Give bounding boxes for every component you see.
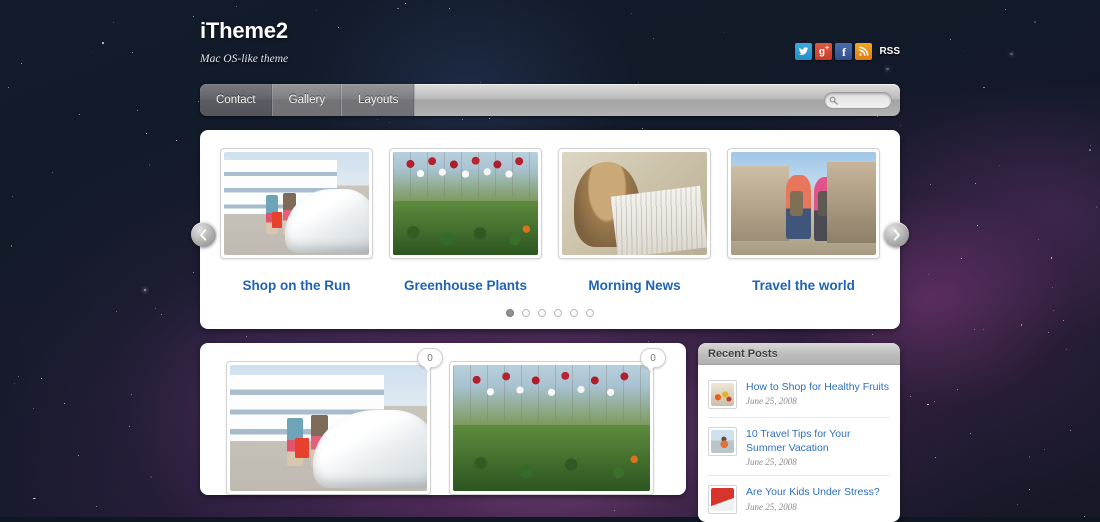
social-links: g+ f RSS: [795, 43, 900, 60]
thumb-image-stress: [711, 488, 734, 512]
comment-count-badge[interactable]: 0: [417, 348, 443, 368]
recent-post-thumbnail[interactable]: [708, 427, 737, 456]
recent-post-text: Are Your Kids Under Stress? June 25, 200…: [746, 485, 890, 514]
chevron-left-icon: [200, 228, 207, 241]
nav-item-layouts[interactable]: Layouts: [342, 84, 416, 116]
slide-thumbnail[interactable]: [558, 148, 711, 259]
search-icon: [829, 96, 838, 105]
slide-list: Shop on the Run Greenhouse Plants Mornin…: [200, 148, 900, 293]
slide-image-news: [562, 152, 707, 255]
sidebar: Recent Posts How to Shop for Healthy Fru…: [698, 343, 900, 522]
slider-dot[interactable]: [506, 309, 514, 317]
slide-image-travel: [731, 152, 876, 255]
post-image-shop: [230, 365, 427, 491]
post-thumbnail[interactable]: [449, 361, 654, 495]
recent-post-title[interactable]: 10 Travel Tips for Your Summer Vacation: [746, 427, 890, 455]
slide-thumbnail[interactable]: [727, 148, 880, 259]
site-header: iTheme2 Mac OS-like theme g+ f RSS: [200, 0, 900, 84]
twitter-icon[interactable]: [795, 43, 813, 60]
slide-caption[interactable]: Greenhouse Plants: [389, 278, 542, 293]
recent-post-item[interactable]: 10 Travel Tips for Your Summer Vacation …: [708, 418, 890, 477]
recent-post-thumbnail[interactable]: [708, 380, 737, 409]
slide-thumbnail[interactable]: [220, 148, 373, 259]
featured-slider: Shop on the Run Greenhouse Plants Mornin…: [191, 130, 909, 329]
search-area: [824, 84, 900, 116]
slide-item[interactable]: Morning News: [558, 148, 711, 293]
slider-dot[interactable]: [554, 309, 562, 317]
rss-icon[interactable]: [855, 43, 873, 60]
nav-label: Layouts: [358, 94, 399, 106]
recent-post-item[interactable]: Are Your Kids Under Stress? June 25, 200…: [708, 476, 890, 522]
slide-item[interactable]: Travel the world: [727, 148, 880, 293]
slide-item[interactable]: Shop on the Run: [220, 148, 373, 293]
chevron-right-icon: [893, 228, 900, 241]
page-wrapper: iTheme2 Mac OS-like theme g+ f RSS Conta…: [191, 0, 909, 522]
slide-caption[interactable]: Morning News: [558, 278, 711, 293]
facebook-icon[interactable]: f: [835, 43, 853, 60]
rss-label: RSS: [879, 46, 900, 57]
post-grid: 0 0: [200, 348, 686, 495]
recent-post-date: June 25, 2008: [746, 501, 797, 512]
lower-section: 0 0 Recent Posts How to Shop for Healthy…: [200, 343, 900, 522]
post-list-panel: 0 0: [200, 343, 686, 495]
slide-image-shop: [224, 152, 369, 255]
comment-count: 0: [427, 352, 433, 364]
post-thumbnail[interactable]: [226, 361, 431, 495]
slide-item[interactable]: Greenhouse Plants: [389, 148, 542, 293]
recent-post-item[interactable]: How to Shop for Healthy Fruits June 25, …: [708, 371, 890, 418]
main-navigation: Contact Gallery Layouts: [200, 84, 900, 116]
search-box[interactable]: [824, 91, 892, 109]
comment-count: 0: [650, 352, 656, 364]
post-card[interactable]: 0: [226, 348, 443, 495]
slider-pagination: [200, 309, 900, 317]
recent-post-title[interactable]: Are Your Kids Under Stress?: [746, 485, 890, 499]
site-title: iTheme2: [200, 18, 288, 43]
recent-post-text: 10 Travel Tips for Your Summer Vacation …: [746, 427, 890, 467]
recent-post-date: June 25, 2008: [746, 396, 797, 407]
slider-dot[interactable]: [586, 309, 594, 317]
post-image-greenhouse: [453, 365, 650, 491]
recent-post-thumbnail[interactable]: [708, 485, 737, 515]
nav-label: Gallery: [288, 94, 326, 106]
post-card[interactable]: 0: [449, 348, 666, 495]
slide-thumbnail[interactable]: [389, 148, 542, 259]
slider-prev-button[interactable]: [191, 222, 216, 247]
slider-dot[interactable]: [538, 309, 546, 317]
recent-posts-list: How to Shop for Healthy Fruits June 25, …: [698, 365, 900, 522]
google-plus-icon[interactable]: g+: [815, 43, 833, 60]
widget-title: Recent Posts: [708, 347, 778, 360]
recent-post-title[interactable]: How to Shop for Healthy Fruits: [746, 380, 890, 394]
nav-item-contact[interactable]: Contact: [200, 84, 273, 116]
slide-caption[interactable]: Travel the world: [727, 278, 880, 293]
slider-next-button[interactable]: [884, 222, 909, 247]
nav-item-gallery[interactable]: Gallery: [272, 84, 343, 116]
thumb-image-fruit: [711, 383, 734, 406]
slider-dot[interactable]: [522, 309, 530, 317]
slide-caption[interactable]: Shop on the Run: [220, 278, 373, 293]
recent-post-text: How to Shop for Healthy Fruits June 25, …: [746, 380, 890, 409]
recent-posts-header: Recent Posts: [698, 343, 900, 365]
search-input[interactable]: [840, 95, 888, 105]
thumb-image-vacation: [711, 430, 734, 453]
slide-image-greenhouse: [393, 152, 538, 255]
slider-dot[interactable]: [570, 309, 578, 317]
recent-post-date: June 25, 2008: [746, 457, 797, 468]
nav-label: Contact: [216, 94, 256, 106]
comment-count-badge[interactable]: 0: [640, 348, 666, 368]
